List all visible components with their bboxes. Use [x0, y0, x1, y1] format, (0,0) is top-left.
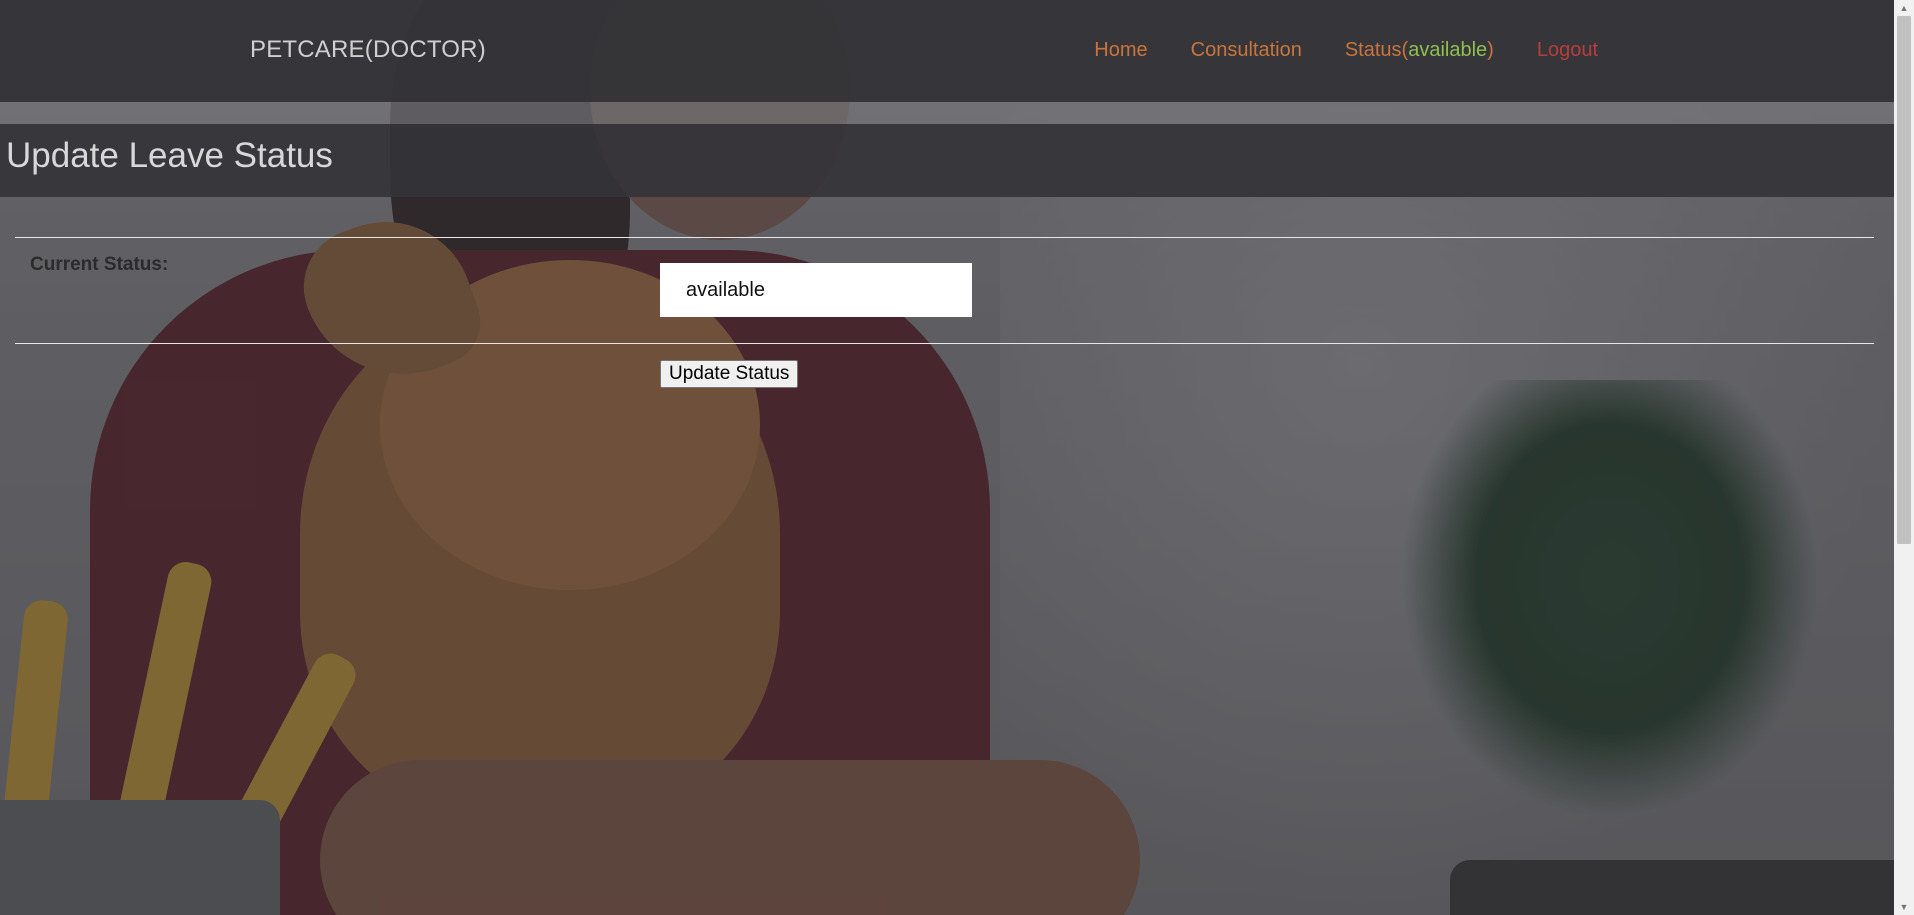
nav-status-suffix: )	[1487, 39, 1494, 61]
brand-logo-text[interactable]: PETCARE(DOCTOR)	[250, 36, 486, 64]
nav-status-prefix: Status(	[1344, 39, 1409, 61]
table-bottom-divider	[15, 343, 1874, 344]
current-status-label: Current Status:	[30, 254, 169, 275]
page-title: Update Leave Status	[6, 136, 333, 175]
current-status-input[interactable]	[660, 263, 972, 317]
nav-consultation-link[interactable]: Consultation	[1191, 39, 1302, 62]
table-top-divider	[15, 237, 1874, 238]
vertical-scrollbar[interactable]: ▲ ▼	[1894, 0, 1914, 915]
update-status-button[interactable]: Update Status	[660, 360, 799, 388]
nav-status-value: available	[1408, 39, 1488, 61]
nav-menu: Home Consultation Status(available) Logo…	[1094, 39, 1598, 62]
navbar-spacer	[0, 102, 1894, 124]
triangle-up-icon[interactable]: ▲	[1894, 0, 1914, 16]
triangle-down-icon[interactable]: ▼	[1894, 899, 1914, 915]
nav-logout-link[interactable]: Logout	[1537, 39, 1598, 62]
nav-status-link[interactable]: Status(available)	[1345, 39, 1494, 62]
nav-home-link[interactable]: Home	[1094, 39, 1147, 62]
navbar: PETCARE(DOCTOR) Home Consultation Status…	[0, 0, 1894, 102]
scrollbar-thumb[interactable]	[1897, 16, 1911, 544]
